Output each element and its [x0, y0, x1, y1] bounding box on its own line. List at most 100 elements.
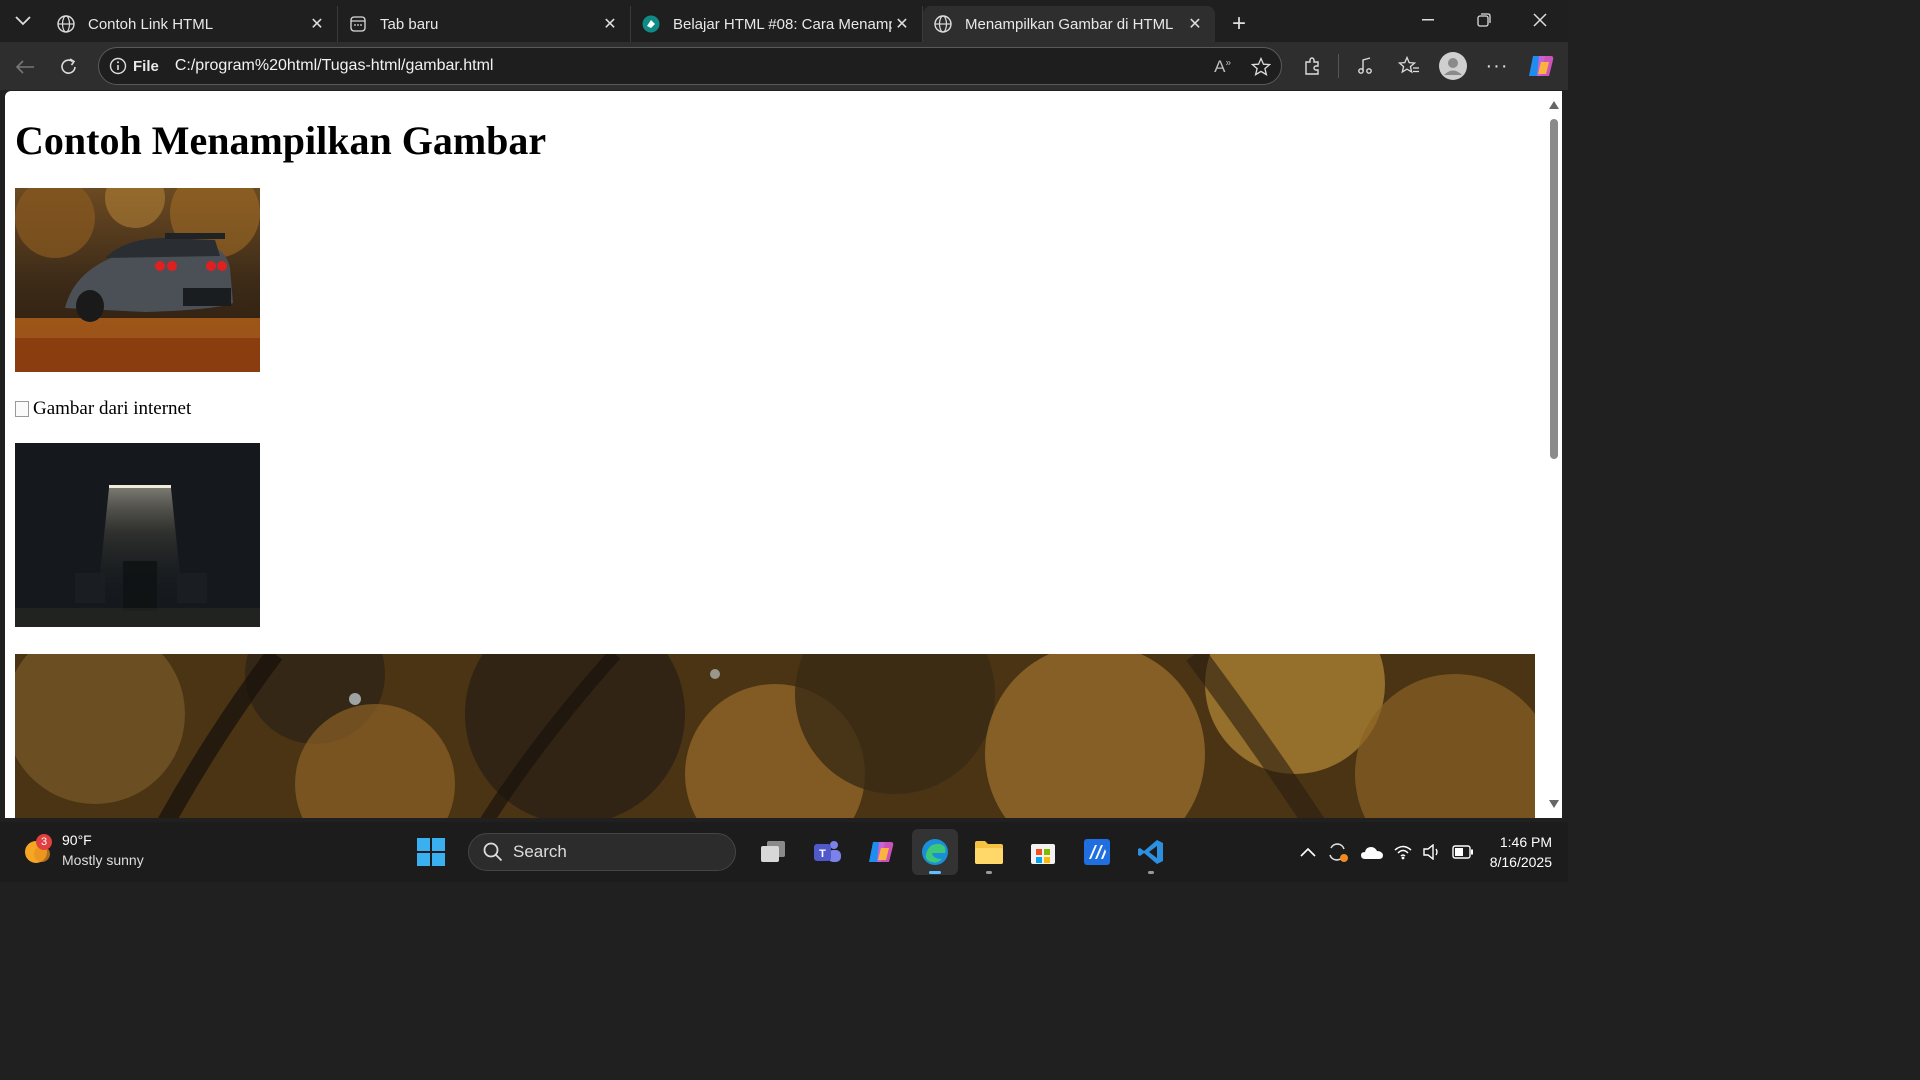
scroll-down-arrow[interactable]	[1549, 800, 1559, 808]
system-tray: 1:46 PM 8/16/2025	[1300, 828, 1552, 876]
restore-button[interactable]	[1456, 0, 1512, 40]
dark-light-image	[15, 443, 260, 627]
favorites-button[interactable]	[1387, 42, 1431, 90]
clock[interactable]: 1:46 PM 8/16/2025	[1490, 832, 1552, 872]
extensions-button[interactable]	[1290, 42, 1334, 90]
url-text[interactable]: C:/program%20html/Tugas-html/gambar.html	[175, 57, 494, 75]
tab-tab-baru[interactable]: Tab baru ✕	[338, 6, 631, 42]
globe-icon	[933, 14, 953, 34]
minimize-icon	[1422, 19, 1434, 21]
dev-app-button[interactable]	[1074, 829, 1120, 875]
close-icon	[1533, 13, 1547, 27]
weather-temp: 90°F	[62, 832, 92, 848]
page-viewport: Contoh Menampilkan Gambar Gambar dari in…	[5, 91, 1546, 818]
restore-icon	[1477, 13, 1491, 27]
refresh-icon	[61, 58, 76, 74]
petanikode-icon	[641, 14, 661, 34]
close-icon[interactable]: ✕	[1185, 14, 1205, 34]
weather-badge: 3	[36, 834, 52, 850]
search-icon	[483, 842, 503, 862]
vscode-icon	[1138, 840, 1163, 864]
battery-icon[interactable]	[1452, 845, 1474, 859]
favorites-icon	[1398, 56, 1419, 74]
clock-date: 8/16/2025	[1489, 854, 1552, 870]
taskbar-search[interactable]: Search	[468, 833, 736, 871]
tab-belajar-html[interactable]: Belajar HTML #08: Cara Menampi ✕	[631, 6, 923, 42]
info-icon	[109, 57, 127, 75]
media-button[interactable]	[1343, 42, 1387, 90]
refresh-button[interactable]	[54, 52, 84, 82]
close-icon[interactable]: ✕	[892, 14, 912, 34]
weather-sun-icon: 3	[22, 834, 54, 866]
chevron-down-icon	[15, 16, 31, 26]
broken-image-icon	[15, 401, 29, 417]
broken-image-alt-text: Gambar dari internet	[33, 398, 192, 419]
site-info-button[interactable]: File	[109, 57, 159, 75]
broken-image: Gambar dari internet	[15, 398, 191, 420]
svg-text:T: T	[819, 848, 826, 860]
music-list-icon	[1358, 57, 1372, 74]
puzzle-icon	[1305, 57, 1319, 75]
dev-app-icon	[1084, 839, 1110, 865]
autumn-banner-image	[15, 654, 1535, 818]
newtab-page-icon	[348, 14, 368, 34]
more-icon: ···	[1485, 54, 1509, 77]
weather-widget[interactable]: 3 90°F Mostly sunny	[22, 830, 144, 870]
page-title: Contoh Menampilkan Gambar	[15, 118, 547, 163]
volume-icon[interactable]	[1422, 844, 1442, 860]
profile-button[interactable]	[1431, 42, 1475, 90]
page-scrollbar[interactable]	[1546, 91, 1562, 818]
avatar	[1439, 52, 1467, 80]
minimize-button[interactable]	[1400, 0, 1456, 40]
tab-menampilkan-gambar[interactable]: Menampilkan Gambar di HTML ✕	[923, 6, 1215, 42]
close-icon[interactable]: ✕	[307, 14, 327, 34]
car-autumn-image	[15, 188, 260, 372]
start-button[interactable]	[408, 829, 454, 875]
scroll-up-arrow[interactable]	[1549, 101, 1559, 109]
wifi-icon[interactable]	[1394, 844, 1412, 860]
tab-title: Menampilkan Gambar di HTML	[965, 15, 1174, 33]
close-window-button[interactable]	[1512, 0, 1568, 40]
settings-more-button[interactable]: ···	[1475, 42, 1519, 90]
plus-icon: +	[1231, 10, 1246, 37]
new-tab-button[interactable]: +	[1219, 6, 1259, 42]
file-explorer-button[interactable]	[966, 829, 1012, 875]
search-placeholder: Search	[513, 842, 567, 861]
close-icon[interactable]: ✕	[600, 14, 620, 34]
address-bar[interactable]: File C:/program%20html/Tugas-html/gambar…	[98, 47, 1282, 85]
weather-condition: Mostly sunny	[62, 852, 144, 868]
store-icon	[1031, 844, 1055, 864]
scheme-label: File	[133, 57, 159, 75]
vscode-button[interactable]	[1128, 829, 1174, 875]
read-aloud-icon[interactable]: A»	[1214, 57, 1231, 77]
chevron-up-icon[interactable]	[1300, 847, 1316, 857]
globe-icon	[56, 14, 76, 34]
clock-time: 1:46 PM	[1499, 834, 1552, 850]
task-view-icon	[761, 841, 785, 862]
store-button[interactable]	[1020, 829, 1066, 875]
tab-title: Belajar HTML #08: Cara Menampi	[673, 15, 892, 33]
tab-contoh-link[interactable]: Contoh Link HTML ✕	[46, 6, 338, 42]
star-icon[interactable]	[1251, 57, 1271, 77]
window-controls	[1400, 0, 1568, 40]
copilot-taskbar-button[interactable]	[858, 829, 904, 875]
tab-title: Contoh Link HTML	[88, 15, 214, 33]
scroll-thumb[interactable]	[1550, 119, 1558, 459]
toolbar: File C:/program%20html/Tugas-html/gambar…	[0, 42, 1568, 90]
taskbar: 3 90°F Mostly sunny Search T 1:46 PM 8/1…	[0, 822, 1568, 882]
tab-strip: Contoh Link HTML ✕ Tab baru ✕ Belajar HT…	[0, 0, 1568, 42]
tab-title: Tab baru	[380, 15, 439, 33]
arrow-left-icon	[15, 60, 34, 74]
task-view-button[interactable]	[750, 829, 796, 875]
edge-button[interactable]	[912, 829, 958, 875]
back-button[interactable]	[10, 52, 40, 82]
onedrive-icon[interactable]	[1360, 844, 1384, 860]
tab-actions-menu-button[interactable]	[0, 0, 46, 42]
teams-icon: T	[814, 841, 841, 862]
teams-button[interactable]: T	[804, 829, 850, 875]
copilot-icon	[869, 842, 894, 862]
edge-icon	[922, 839, 948, 865]
copilot-icon	[1529, 56, 1554, 76]
copilot-button[interactable]	[1519, 42, 1563, 90]
sync-icon[interactable]	[1326, 841, 1350, 863]
